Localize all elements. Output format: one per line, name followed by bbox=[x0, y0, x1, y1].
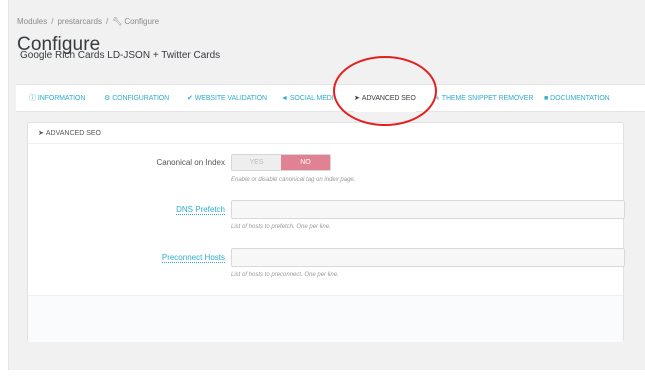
preconnect-label-text: Preconnect Hosts bbox=[161, 253, 225, 263]
tab-label: INFORMATION bbox=[37, 95, 86, 102]
tab-documentation[interactable]: ■ DOCUMENTATION bbox=[544, 85, 610, 112]
dns-prefetch-label-text: DNS Prefetch bbox=[176, 205, 225, 215]
tab-website-validation[interactable]: ✔ WEBSITE VALIDATION bbox=[187, 85, 267, 112]
canonical-help: Enable or disable canonical tag on index… bbox=[231, 177, 356, 183]
advanced-seo-panel: ➤ ADVANCED SEO Canonical on Index YES NO … bbox=[27, 122, 625, 342]
panel-footer bbox=[28, 295, 623, 342]
tab-configuration[interactable]: ⚙ CONFIGURATION bbox=[104, 85, 169, 112]
tab-label: THEME SNIPPET REMOVER bbox=[441, 95, 534, 102]
breadcrumb-separator: / bbox=[105, 17, 109, 26]
preconnect-label: Preconnect Hosts bbox=[28, 253, 225, 263]
tab-label: DOCUMENTATION bbox=[550, 95, 610, 102]
breadcrumb-item-module[interactable]: prestarcards bbox=[57, 17, 101, 26]
tab-information[interactable]: ⓘ INFORMATION bbox=[29, 85, 85, 112]
panel-heading-label: ADVANCED SEO bbox=[45, 130, 101, 137]
breadcrumb-separator: / bbox=[51, 17, 54, 26]
cogs-icon: ⚙ bbox=[104, 95, 111, 102]
tab-advanced-seo[interactable]: ➤ ADVANCED SEO bbox=[354, 85, 416, 112]
canonical-label: Canonical on Index bbox=[156, 158, 226, 167]
breadcrumb-item-modules[interactable]: Modules bbox=[17, 17, 47, 26]
breadcrumb: Modules / prestarcards / 🔧︎ Configure bbox=[17, 17, 159, 26]
switch-option-yes[interactable]: YES bbox=[232, 155, 281, 170]
rocket-icon: ➤ bbox=[38, 130, 44, 137]
rocket-icon: ➤ bbox=[354, 95, 360, 102]
tab-theme-snippet-remover[interactable]: ✎ THEME SNIPPET REMOVER bbox=[434, 85, 533, 112]
bullhorn-icon: ◄ bbox=[281, 95, 288, 102]
tab-social-media[interactable]: ◄ SOCIAL MEDI bbox=[281, 85, 334, 112]
dns-prefetch-label: DNS Prefetch bbox=[28, 205, 225, 215]
tab-label: SOCIAL MEDI bbox=[289, 95, 334, 102]
panel-heading: ➤ ADVANCED SEO bbox=[28, 123, 623, 144]
book-icon: ■ bbox=[544, 95, 549, 102]
preconnect-help: List of hosts to preconnect. One per lin… bbox=[231, 272, 339, 278]
canonical-switch[interactable]: YES NO bbox=[231, 154, 331, 171]
dns-prefetch-field[interactable] bbox=[231, 200, 625, 219]
page-subtitle: Google Rich Cards LD-JSON + Twitter Card… bbox=[20, 50, 221, 61]
info-icon: ⓘ bbox=[29, 95, 36, 102]
tab-label: ADVANCED SEO bbox=[361, 95, 416, 102]
preconnect-field[interactable] bbox=[231, 248, 625, 267]
module-tabs: ⓘ INFORMATION ⚙ CONFIGURATION ✔ WEBSITE VAL… bbox=[16, 84, 645, 112]
dns-prefetch-help: List of hosts to prefetch. One per line. bbox=[231, 224, 331, 230]
tab-label: WEBSITE VALIDATION bbox=[194, 95, 267, 102]
tab-label: CONFIGURATION bbox=[112, 95, 170, 102]
edit-icon: ✎ bbox=[434, 95, 440, 102]
switch-option-no[interactable]: NO bbox=[281, 155, 330, 170]
breadcrumb-item-current: Configure bbox=[124, 17, 160, 26]
check-icon: ✔ bbox=[187, 95, 193, 102]
page: Modules / prestarcards / 🔧︎ Configure Configu… bbox=[0, 0, 645, 386]
wrench-icon: 🔧︎ bbox=[112, 17, 123, 26]
